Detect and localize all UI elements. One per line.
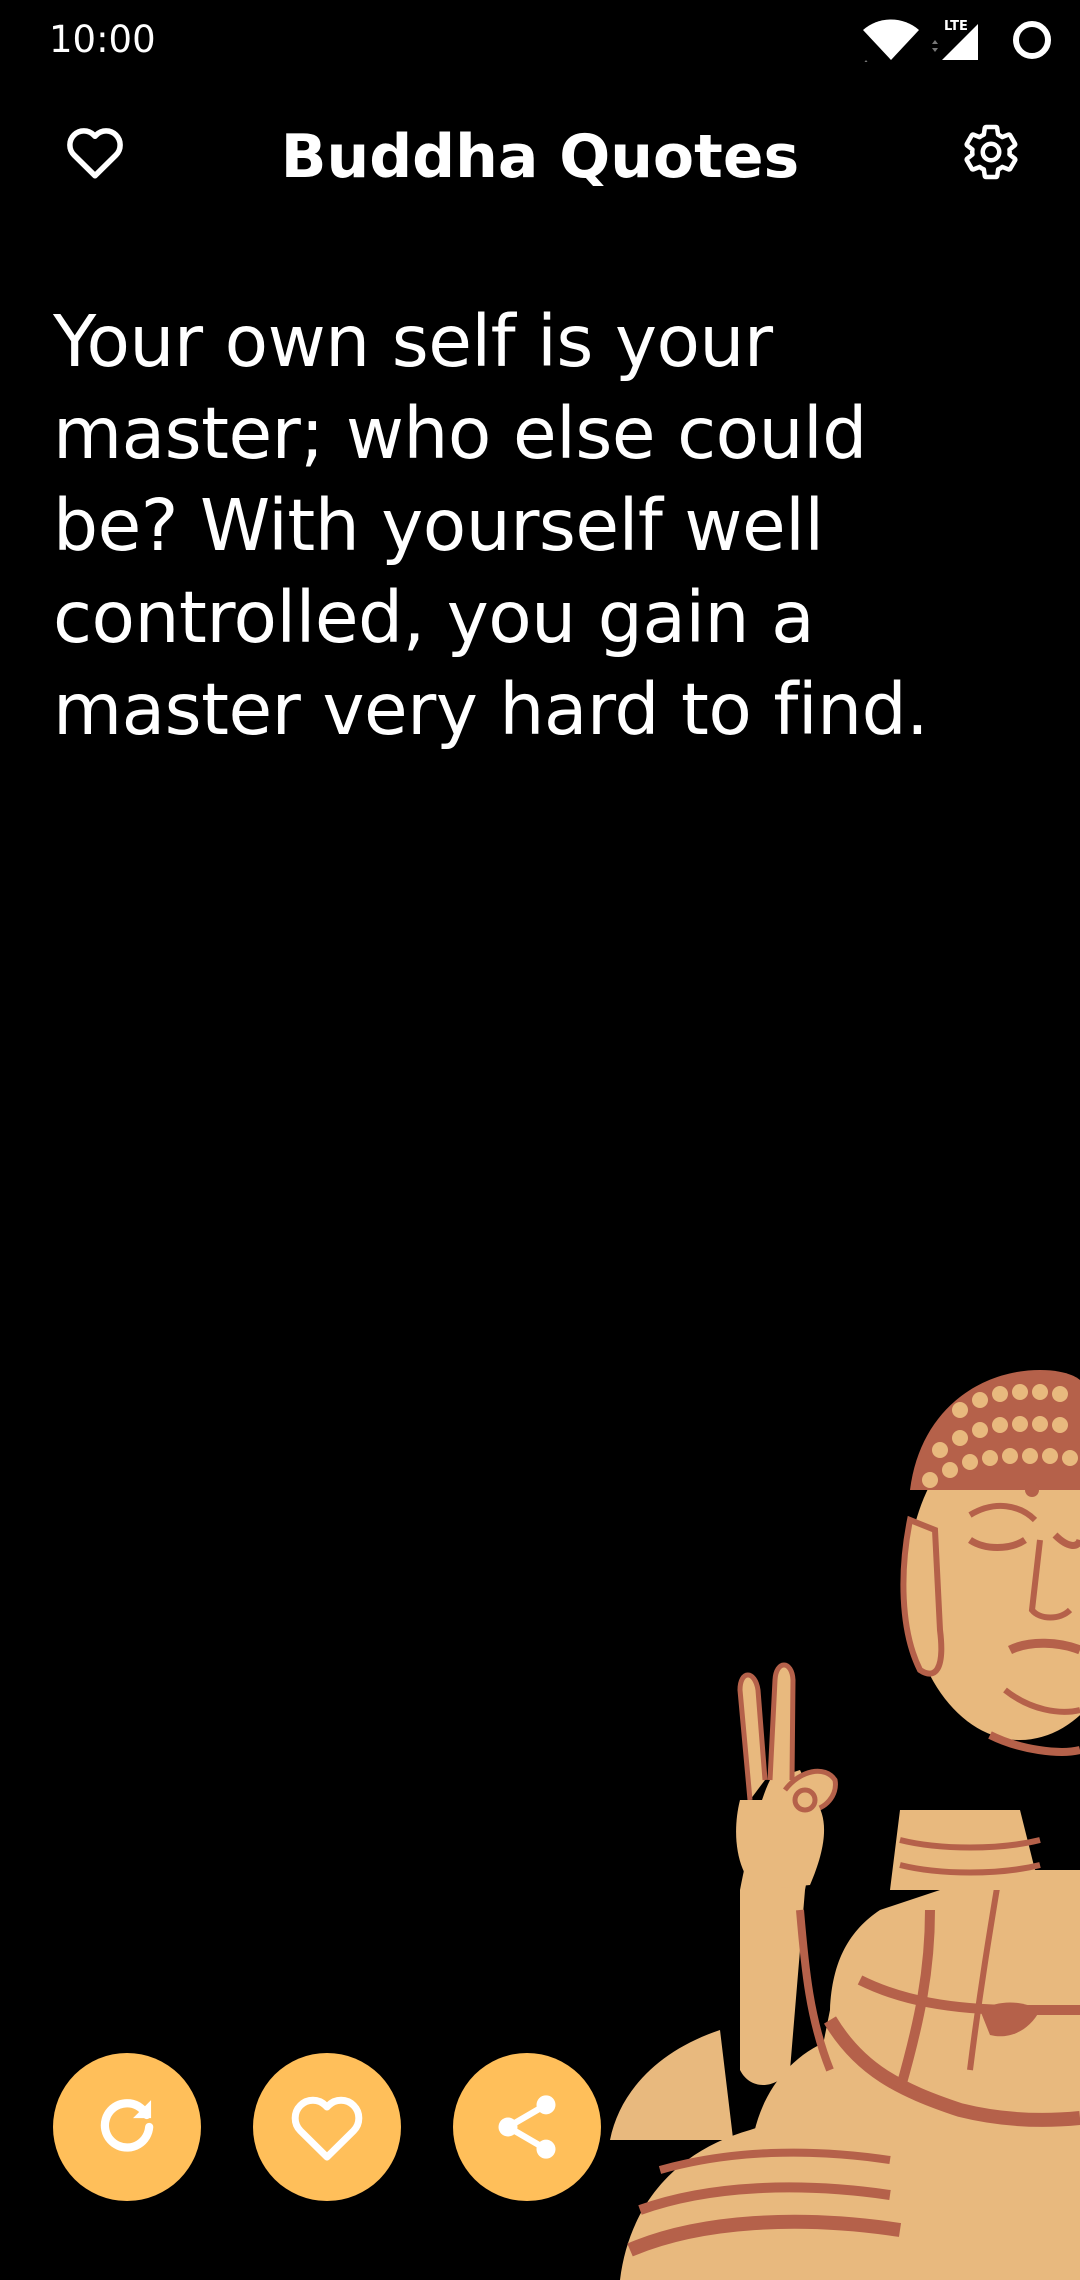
cell-signal-icon: LTE (932, 19, 978, 60)
app-bar: Buddha Quotes (0, 80, 1080, 230)
quote-text: Your own self is your master; who else c… (53, 300, 929, 751)
status-time: 10:00 (49, 18, 156, 61)
status-bar: 10:00 LTE (0, 0, 1080, 80)
refresh-button[interactable] (53, 2053, 201, 2201)
share-button[interactable] (453, 2053, 601, 2201)
heart-icon (291, 2096, 363, 2161)
buddha-statue-illustration (610, 1370, 1080, 2280)
refresh-icon (100, 2099, 154, 2152)
page-title: Buddha Quotes (280, 122, 800, 192)
favorite-button[interactable] (253, 2053, 401, 2201)
network-label: LTE (944, 19, 968, 34)
share-icon (498, 2095, 556, 2159)
settings-button[interactable] (941, 102, 1041, 202)
status-icons: LTE (860, 0, 1080, 80)
gear-icon (964, 124, 1018, 180)
wifi-icon (863, 19, 919, 62)
battery-ring-icon (1013, 21, 1051, 59)
